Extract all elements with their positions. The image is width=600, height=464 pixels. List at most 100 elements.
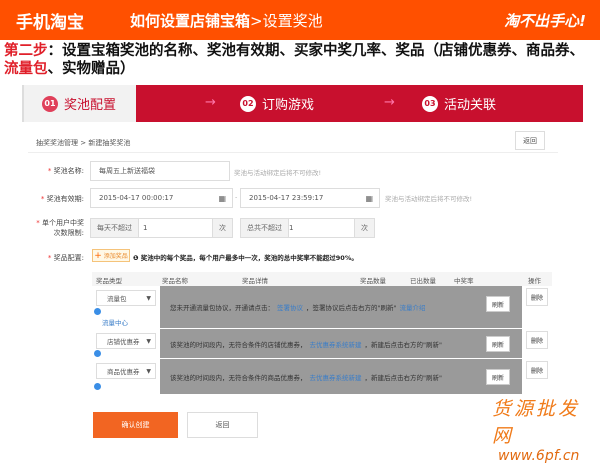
prize-type-select[interactable]: 商品优惠券 ▼ — [96, 363, 156, 379]
calendar-icon[interactable]: ▦ — [218, 194, 226, 203]
table-row: 店铺优惠券 ▼ 该奖池的时间段内，无符合条件的店铺优惠券， 去优惠券系统新建 ，新建后… — [92, 329, 552, 358]
date-separator: - — [235, 193, 238, 201]
start-date-value: 2015-04-17 00:00:17 — [99, 194, 174, 202]
title-sub: 设置奖池 — [262, 12, 323, 30]
step-text: ：设置宝箱奖池的名称、奖池有效期、买家中奖几率、奖品（店铺优惠券、商品券、 — [47, 43, 585, 59]
calendar-icon[interactable]: ▦ — [365, 194, 373, 203]
step-text-end: 、实物赠品） — [47, 61, 135, 77]
label-text: 奖品配置: — [53, 254, 84, 262]
end-date-input[interactable]: 2015-04-17 23:59:17 ▦ — [240, 188, 380, 208]
prize-config-label: * 奖品配置: — [47, 254, 84, 262]
select-value: 店铺优惠券 — [107, 338, 140, 346]
confirm-create-button[interactable]: 确认创建 — [93, 412, 178, 438]
brand-logo: 手机淘宝 — [16, 13, 84, 33]
label-text: 奖池名称: — [53, 167, 84, 175]
col-header: 奖品详情 — [242, 277, 268, 285]
col-header: 操作 — [528, 277, 541, 285]
col-header: 已出数量 — [410, 277, 436, 285]
arrow-icon: → — [384, 95, 395, 110]
add-prize-button[interactable]: + 添加奖品 — [92, 249, 130, 262]
divider — [28, 152, 558, 153]
daily-limit-input[interactable]: 每天不超过 1 次 — [90, 218, 233, 238]
prize-detail: 该奖池的时间段内，无符合条件的商品优惠券， 去优惠券系统新建 ，新建后点击右方的"刷… — [160, 359, 522, 394]
back-button[interactable]: 返回 — [187, 412, 258, 438]
detail-text: 该奖池的时间段内，无符合条件的商品优惠券， — [170, 373, 307, 382]
table-row: 流量包 ▼ 流量中心 您未开通流量包协议，开通请点击： 签署协议 ，签署协议后点击右方… — [92, 286, 552, 328]
prize-note: ❶ 奖池中的每个奖品，每个用户最多中一次，奖池的总中奖率不能超过90%。 — [133, 252, 358, 262]
watermark-url: www.6pf.cn — [498, 448, 580, 464]
col-header: 中奖率 — [454, 277, 474, 285]
table-header — [92, 272, 552, 286]
unit-label: 次 — [354, 219, 374, 237]
title-main: 如何设置店铺宝箱 — [130, 12, 251, 30]
unit-label: 次 — [212, 219, 232, 237]
arrow-icon: → — [205, 95, 216, 110]
period-label: * 奖池有效期: — [40, 195, 84, 203]
prize-detail: 您未开通流量包协议，开通请点击： 签署协议 ，签署协议后点击右方的"刷新" 流量介绍 刷… — [160, 286, 522, 328]
limit-label: * 单个用户中奖 次数限制: — [36, 219, 84, 237]
step-number: 03 — [422, 95, 438, 112]
step-label: 第二步 — [4, 43, 48, 59]
traffic-intro-link[interactable]: 流量介绍 — [399, 302, 425, 312]
coupon-system-link[interactable]: 去优惠券系统新建 — [310, 372, 362, 382]
step-3[interactable]: 03 活动关联 — [422, 85, 496, 122]
slogan: 淘不出手心! — [504, 12, 586, 30]
label-text: 次数限制: — [53, 229, 84, 237]
sign-agreement-link[interactable]: 签署协议 — [277, 302, 303, 312]
prize-table: 奖品类型 奖品名称 奖品详情 奖品数量 已出数量 中奖率 操作 流量包 ▼ 流量中… — [92, 272, 552, 394]
step-highlight: 流量包 — [4, 61, 48, 77]
name-hint: 奖池与活动绑定后将不可修改! — [234, 169, 322, 177]
add-prize-label: 添加奖品 — [103, 253, 128, 260]
step-1[interactable]: 01 奖池配置 — [22, 85, 136, 122]
col-header: 奖品名称 — [162, 277, 188, 285]
traffic-center-link[interactable]: 流量中心 — [102, 317, 128, 327]
add-icon[interactable] — [94, 350, 101, 357]
add-icon[interactable] — [94, 308, 101, 315]
start-date-input[interactable]: 2015-04-17 00:00:17 ▦ — [90, 188, 233, 208]
detail-text: ，签署协议后点击右方的"刷新" — [306, 304, 397, 312]
daily-prefix: 每天不超过 — [91, 219, 139, 237]
step-2[interactable]: 02 订购游戏 — [240, 85, 314, 122]
refresh-button[interactable]: 刷新 — [486, 369, 510, 385]
delete-button[interactable]: 删除 — [526, 331, 548, 349]
step-label: 活动关联 — [444, 98, 497, 113]
step-label: 奖池配置 — [64, 98, 117, 113]
step-label: 订购游戏 — [262, 98, 315, 113]
delete-button[interactable]: 删除 — [526, 361, 548, 379]
table-row: 商品优惠券 ▼ 该奖池的时间段内，无符合条件的商品优惠券， 去优惠券系统新建 ，新建后… — [92, 359, 552, 394]
title-sep: > — [250, 12, 263, 30]
label-text: 单个用户中奖 — [42, 219, 84, 227]
prize-type-select[interactable]: 流量包 ▼ — [96, 290, 156, 306]
dropdown-icon: ▼ — [146, 367, 151, 375]
col-header: 奖品类型 — [96, 277, 122, 285]
refresh-button[interactable]: 刷新 — [486, 336, 510, 352]
instruction-text: 第二步：设置宝箱奖池的名称、奖池有效期、买家中奖几率、奖品（店铺优惠券、商品券、… — [4, 42, 596, 78]
dropdown-icon: ▼ — [146, 294, 151, 302]
delete-button[interactable]: 删除 — [526, 288, 548, 306]
select-value: 流量包 — [107, 295, 127, 303]
step-number: 01 — [42, 95, 58, 112]
breadcrumb: 抽奖奖池管理 > 新建抽奖奖池 — [36, 139, 131, 147]
coupon-system-link[interactable]: 去优惠券系统新建 — [310, 339, 362, 349]
refresh-button[interactable]: 刷新 — [486, 296, 510, 312]
prize-type-select[interactable]: 店铺优惠券 ▼ — [96, 333, 156, 349]
total-limit-input[interactable]: 总共不超过 1 次 — [240, 218, 375, 238]
note-text: 奖池中的每个奖品，每个用户最多中一次，奖池的总中奖率不能超过90%。 — [140, 254, 358, 262]
watermark-title: 货源批发网 — [492, 398, 581, 447]
prize-detail: 该奖池的时间段内，无符合条件的店铺优惠券， 去优惠券系统新建 ，新建后点击右方的"刷… — [160, 329, 522, 358]
back-button-top[interactable]: 返回 — [515, 131, 545, 150]
pool-name-input[interactable]: 每周五上新送福袋 — [90, 161, 230, 181]
total-prefix: 总共不超过 — [241, 219, 289, 237]
detail-text: ，新建后点击右方的"刷新" — [364, 373, 442, 382]
name-label: * 奖池名称: — [47, 167, 84, 175]
info-icon: ❶ — [133, 254, 141, 262]
detail-text: ，新建后点击右方的"刷新" — [364, 340, 442, 349]
col-header: 奖品数量 — [360, 277, 386, 285]
dropdown-icon: ▼ — [146, 337, 151, 345]
label-text: 奖池有效期: — [46, 195, 84, 203]
step-progress-bar: 01 奖池配置 → 02 订购游戏 → 03 活动关联 — [22, 85, 583, 122]
add-icon[interactable] — [94, 383, 101, 390]
detail-text: 该奖池的时间段内，无符合条件的店铺优惠券， — [170, 340, 307, 349]
header-title: 如何设置店铺宝箱>设置奖池 — [130, 10, 323, 31]
header-bar: 手机淘宝 如何设置店铺宝箱>设置奖池 淘不出手心! — [0, 0, 600, 40]
